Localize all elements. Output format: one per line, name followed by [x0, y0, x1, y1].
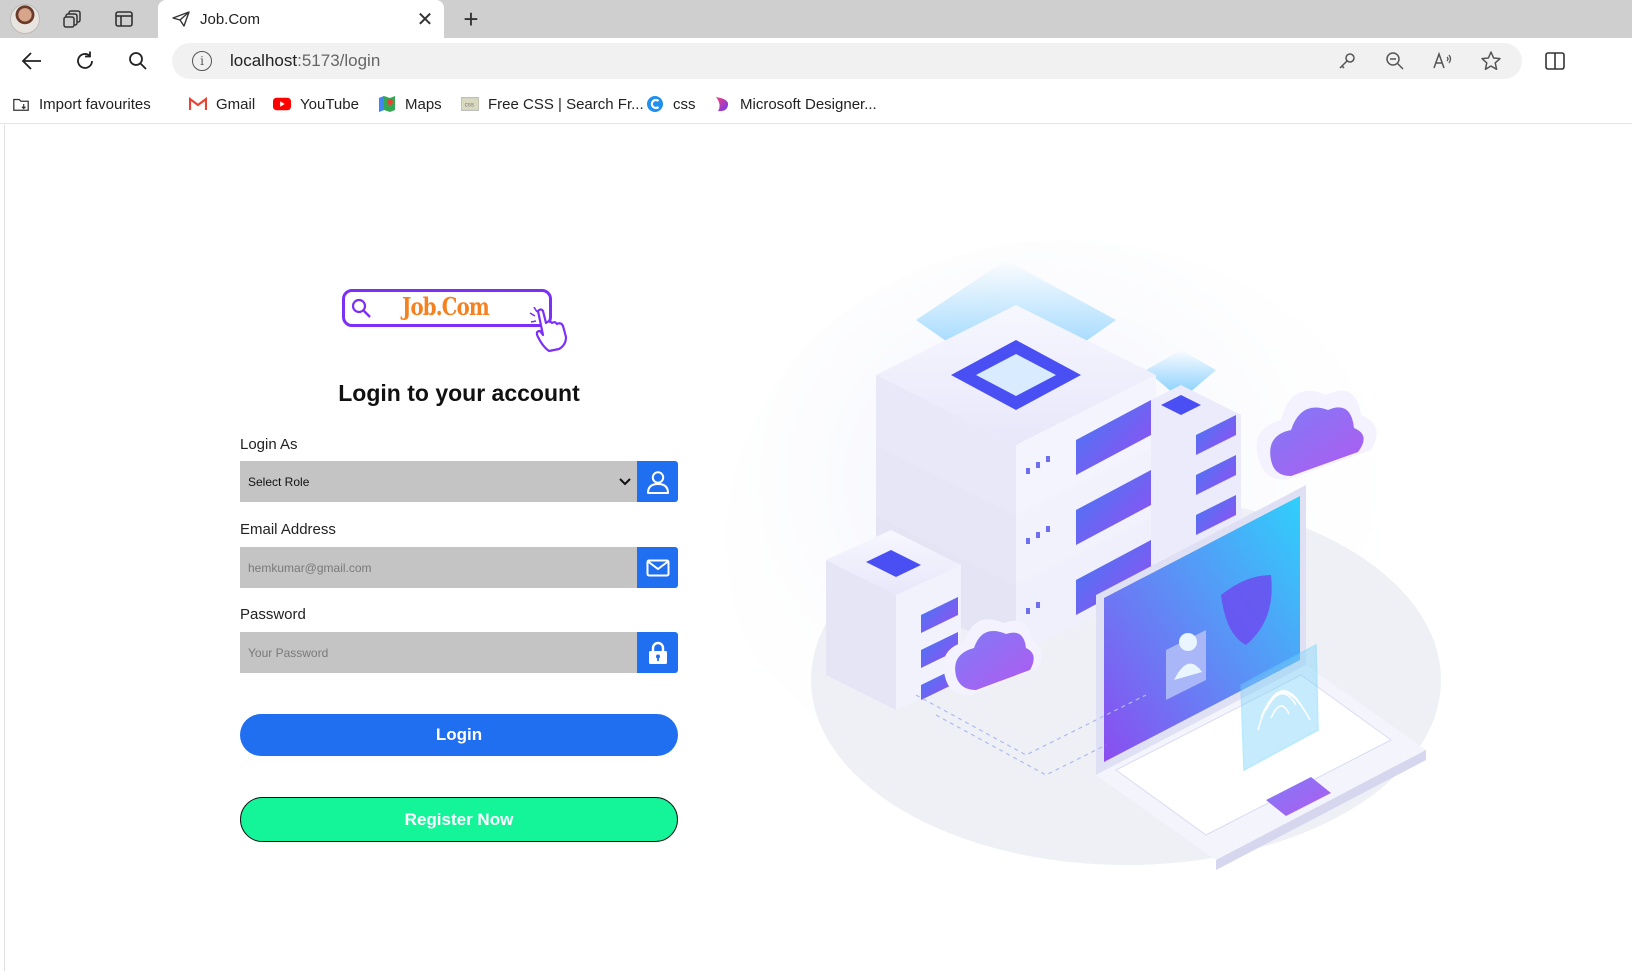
envelope-icon	[637, 547, 678, 588]
new-tab-button[interactable]: +	[456, 4, 486, 34]
role-select[interactable]: Select Role	[240, 461, 637, 502]
designer-icon	[713, 96, 731, 112]
job-com-logo: Job.Com	[338, 283, 570, 353]
tab-strip: Job.Com ✕ +	[0, 0, 1632, 38]
user-icon	[637, 461, 678, 502]
server-security-illustration	[726, 240, 1441, 870]
logo-text: Job.Com	[402, 292, 490, 321]
refresh-button[interactable]	[70, 46, 100, 76]
bookmark-label: Microsoft Designer...	[740, 95, 877, 113]
send-icon	[172, 10, 190, 28]
css-site-icon: css	[461, 96, 479, 112]
read-aloud-icon[interactable]	[1432, 50, 1454, 72]
profile-avatar[interactable]	[10, 4, 40, 34]
chevron-down-icon	[619, 477, 631, 485]
role-select-group: Select Role	[240, 461, 678, 502]
css-c-icon	[646, 96, 664, 112]
address-bar[interactable]: i localhost:5173/login	[172, 43, 1522, 79]
pointer-hand-icon	[529, 307, 568, 353]
zoom-out-icon[interactable]	[1384, 50, 1406, 72]
password-label: Password	[240, 606, 306, 623]
favorites-bar: Import favourites Gmail YouTube Maps css…	[0, 84, 1632, 124]
url-host: localhost	[230, 51, 298, 70]
password-field[interactable]: Your Password	[240, 632, 637, 673]
tab-title: Job.Com	[200, 10, 261, 28]
youtube-icon	[273, 96, 291, 112]
arrow-left-icon	[21, 52, 41, 70]
email-field[interactable]: hemkumar@gmail.com	[240, 547, 637, 588]
address-url[interactable]: localhost:5173/login	[230, 51, 380, 71]
bookmark-gmail[interactable]: Gmail	[189, 94, 255, 114]
bookmark-label: Maps	[405, 95, 442, 113]
bookmark-label: Import favourites	[39, 95, 151, 113]
login-heading: Login to your account	[338, 380, 580, 406]
role-label: Login As	[240, 436, 298, 453]
maps-icon	[378, 96, 396, 112]
workspaces-icon[interactable]	[58, 4, 88, 34]
active-tab[interactable]: Job.Com ✕	[158, 0, 444, 38]
bookmark-css[interactable]: css	[646, 94, 696, 114]
search-button[interactable]	[123, 46, 153, 76]
password-field-group: Your Password	[240, 632, 678, 673]
bookmark-label: css	[673, 95, 696, 113]
bookmark-label: Free CSS | Search Fr...	[488, 95, 644, 113]
bookmark-maps[interactable]: Maps	[378, 94, 442, 114]
login-button[interactable]: Login	[240, 714, 678, 756]
key-icon[interactable]	[1336, 50, 1358, 72]
lock-icon	[637, 632, 678, 673]
refresh-icon	[77, 51, 93, 69]
close-tab-button[interactable]: ✕	[412, 6, 438, 32]
back-button[interactable]	[17, 46, 47, 76]
role-select-value: Select Role	[248, 474, 310, 489]
bookmark-import-favourites[interactable]: Import favourites	[12, 94, 151, 114]
gmail-icon	[189, 96, 207, 112]
site-info-icon[interactable]: i	[192, 51, 212, 71]
search-icon	[129, 52, 147, 70]
favorite-star-icon[interactable]	[1480, 50, 1502, 72]
url-path: :5173/login	[297, 51, 381, 70]
bookmark-microsoft-designer[interactable]: Microsoft Designer...	[713, 94, 877, 114]
email-field-group: hemkumar@gmail.com	[240, 547, 678, 588]
logo-search-icon	[351, 298, 371, 318]
bookmark-free-css[interactable]: css Free CSS | Search Fr...	[461, 94, 644, 114]
svg-text:css: css	[465, 102, 474, 109]
bookmark-youtube[interactable]: YouTube	[273, 94, 359, 114]
email-label: Email Address	[240, 521, 336, 538]
register-now-button[interactable]: Register Now	[240, 797, 678, 842]
bookmark-label: YouTube	[300, 95, 359, 113]
split-screen-icon[interactable]	[1540, 46, 1570, 76]
vertical-tabs-icon[interactable]	[109, 4, 139, 34]
import-icon	[12, 96, 30, 112]
navigation-bar: i localhost:5173/login	[0, 38, 1632, 84]
bookmark-label: Gmail	[216, 95, 256, 113]
